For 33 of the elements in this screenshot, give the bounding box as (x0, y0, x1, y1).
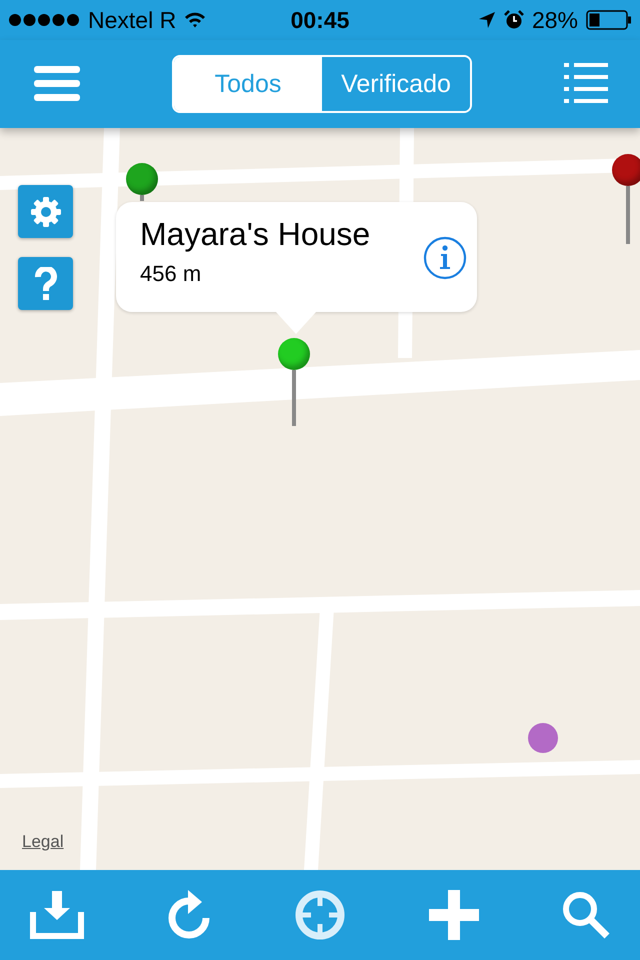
menu-button[interactable] (34, 66, 80, 102)
info-icon[interactable] (423, 236, 467, 280)
battery-icon (586, 10, 632, 30)
map-pin[interactable] (612, 154, 640, 244)
list-button[interactable] (564, 63, 608, 105)
legal-link[interactable]: Legal (22, 832, 64, 852)
search-icon (562, 891, 610, 939)
download-icon (30, 891, 84, 939)
callout-pointer (276, 312, 316, 334)
refresh-button[interactable] (168, 890, 212, 940)
question-mark-icon (34, 266, 56, 300)
locate-button[interactable] (295, 890, 345, 940)
alarm-clock-icon (504, 10, 524, 30)
list-icon (564, 63, 608, 105)
place-distance: 456 m (140, 261, 202, 287)
place-title: Mayara's House (140, 216, 370, 253)
location-arrow-icon (478, 11, 496, 29)
signal-icon (8, 13, 80, 27)
crosshair-icon (295, 890, 345, 940)
map-pin[interactable] (278, 338, 310, 426)
help-button[interactable] (18, 257, 73, 310)
menu-icon (34, 66, 80, 102)
add-button[interactable] (428, 890, 478, 940)
search-button[interactable] (562, 891, 610, 939)
status-time: 00:45 (290, 6, 350, 34)
plus-icon (428, 890, 478, 940)
settings-icon (30, 196, 62, 228)
carrier-name: Nextel R (88, 6, 176, 34)
download-button[interactable] (30, 891, 84, 939)
refresh-icon (168, 890, 212, 940)
battery-percent: 28% (532, 6, 578, 34)
settings-button[interactable] (18, 185, 73, 238)
wifi-icon (184, 12, 206, 28)
